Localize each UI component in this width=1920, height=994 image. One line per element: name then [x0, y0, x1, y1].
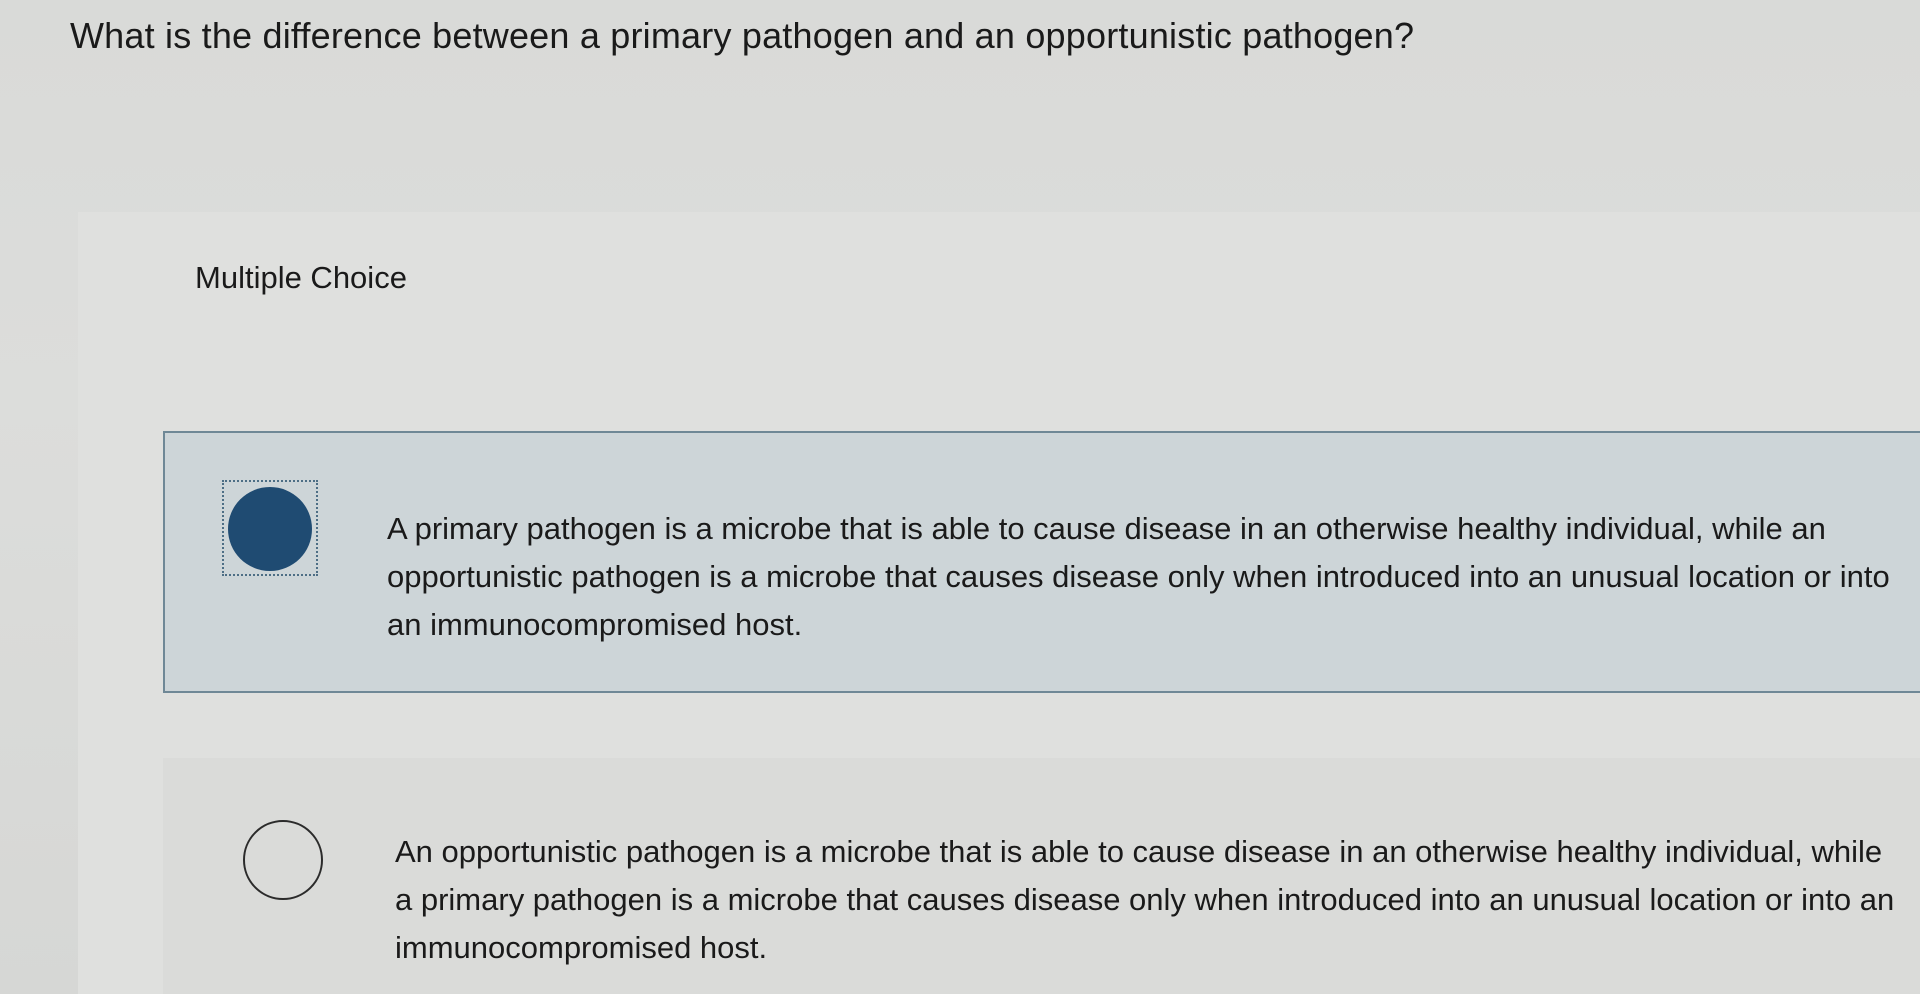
answer-option-text: An opportunistic pathogen is a microbe t… [395, 834, 1895, 965]
radio-unselected-icon[interactable] [243, 820, 323, 900]
answer-option-2[interactable]: An opportunistic pathogen is a microbe t… [163, 758, 1920, 994]
question-text: What is the difference between a primary… [70, 15, 1415, 56]
question-type-label: Multiple Choice [195, 260, 407, 295]
answer-option-1[interactable]: A primary pathogen is a microbe that is … [163, 431, 1920, 693]
radio-selected-icon[interactable] [228, 487, 312, 571]
answer-option-text: A primary pathogen is a microbe that is … [387, 511, 1890, 642]
